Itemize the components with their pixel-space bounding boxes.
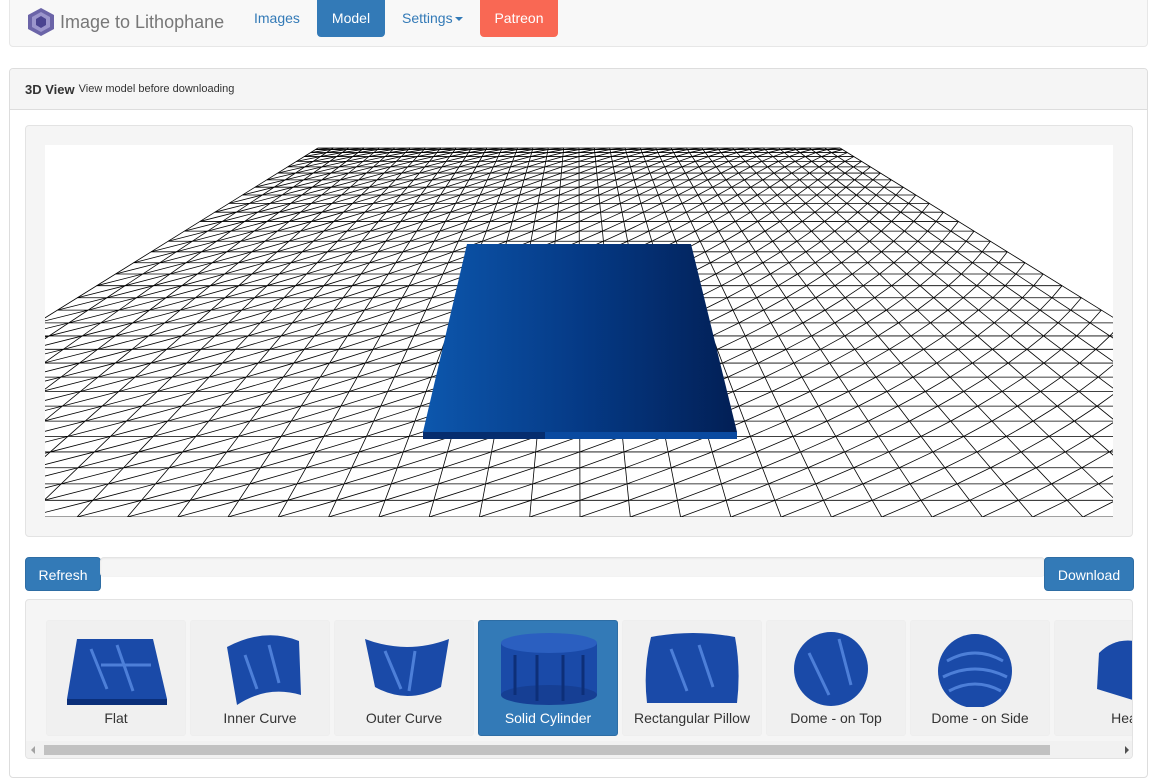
shape-strip: Flat Inner Curve Outer Curve Solid Cylin…	[46, 620, 1132, 738]
shape-selector: Flat Inner Curve Outer Curve Solid Cylin…	[25, 599, 1133, 759]
outer-curve-shape-icon	[365, 639, 449, 696]
horizontal-scrollbar[interactable]	[26, 741, 1132, 758]
shape-label: Hea	[1111, 710, 1132, 726]
shape-dome-on-side[interactable]: Dome - on Side	[910, 620, 1050, 736]
panel-heading: 3D View View model before downloading	[10, 69, 1147, 110]
download-button[interactable]: Download	[1044, 557, 1134, 591]
nav-settings-label: Settings	[402, 10, 453, 26]
3d-viewport[interactable]	[45, 145, 1113, 517]
shape-label: Rectangular Pillow	[634, 710, 750, 726]
shape-label: Outer Curve	[365, 710, 443, 726]
shape-label: Dome - on Top	[790, 710, 882, 726]
nav-model[interactable]: Model	[317, 0, 385, 37]
navbar: Image to Lithophane Images Model Setting…	[9, 0, 1148, 47]
caret-down-icon	[454, 17, 463, 22]
panel-subtitle: View model before downloading	[78, 83, 235, 95]
dome-on-top-shape-icon	[794, 632, 868, 706]
scroll-right-icon[interactable]	[1125, 746, 1129, 754]
progress-bar	[100, 557, 1045, 577]
shape-inner-curve[interactable]: Inner Curve	[190, 620, 330, 736]
shape-label: Dome - on Side	[931, 710, 1029, 726]
inner-curve-shape-icon	[227, 635, 301, 705]
shape-label: Solid Cylinder	[504, 710, 592, 726]
scrollbar-thumb[interactable]	[44, 745, 1050, 755]
heart-shape-icon	[1097, 640, 1132, 700]
nav-patreon[interactable]: Patreon	[480, 0, 558, 37]
shape-flat[interactable]: Flat	[46, 620, 186, 736]
solid-cylinder-shape-icon	[501, 633, 597, 705]
panel-title: 3D View	[25, 81, 75, 97]
lithophane-logo-icon	[28, 8, 54, 36]
shape-outer-curve[interactable]: Outer Curve	[334, 620, 474, 736]
scroll-left-icon[interactable]	[31, 746, 35, 754]
shape-label: Inner Curve	[223, 710, 297, 726]
nav-images[interactable]: Images	[239, 0, 315, 37]
brand[interactable]: Image to Lithophane	[26, 4, 224, 40]
dome-on-side-shape-icon	[938, 634, 1012, 707]
shape-dome-on-top[interactable]: Dome - on Top	[766, 620, 906, 736]
refresh-button[interactable]: Refresh	[25, 557, 101, 591]
shape-heart[interactable]: Hea	[1054, 620, 1132, 736]
nav-settings-dropdown[interactable]: Settings	[387, 0, 478, 37]
lithophane-model	[423, 244, 737, 439]
shape-label: Flat	[104, 710, 128, 726]
brand-title: Image to Lithophane	[60, 11, 225, 32]
ground-grid	[45, 147, 1113, 517]
model-panel: 3D View View model before downloading Re…	[9, 68, 1148, 778]
rectangular-pillow-shape-icon	[645, 633, 739, 703]
shape-rectangular-pillow[interactable]: Rectangular Pillow	[622, 620, 762, 736]
flat-shape-icon	[67, 639, 167, 705]
viewer-well	[25, 125, 1133, 537]
shape-solid-cylinder[interactable]: Solid Cylinder	[478, 620, 618, 736]
